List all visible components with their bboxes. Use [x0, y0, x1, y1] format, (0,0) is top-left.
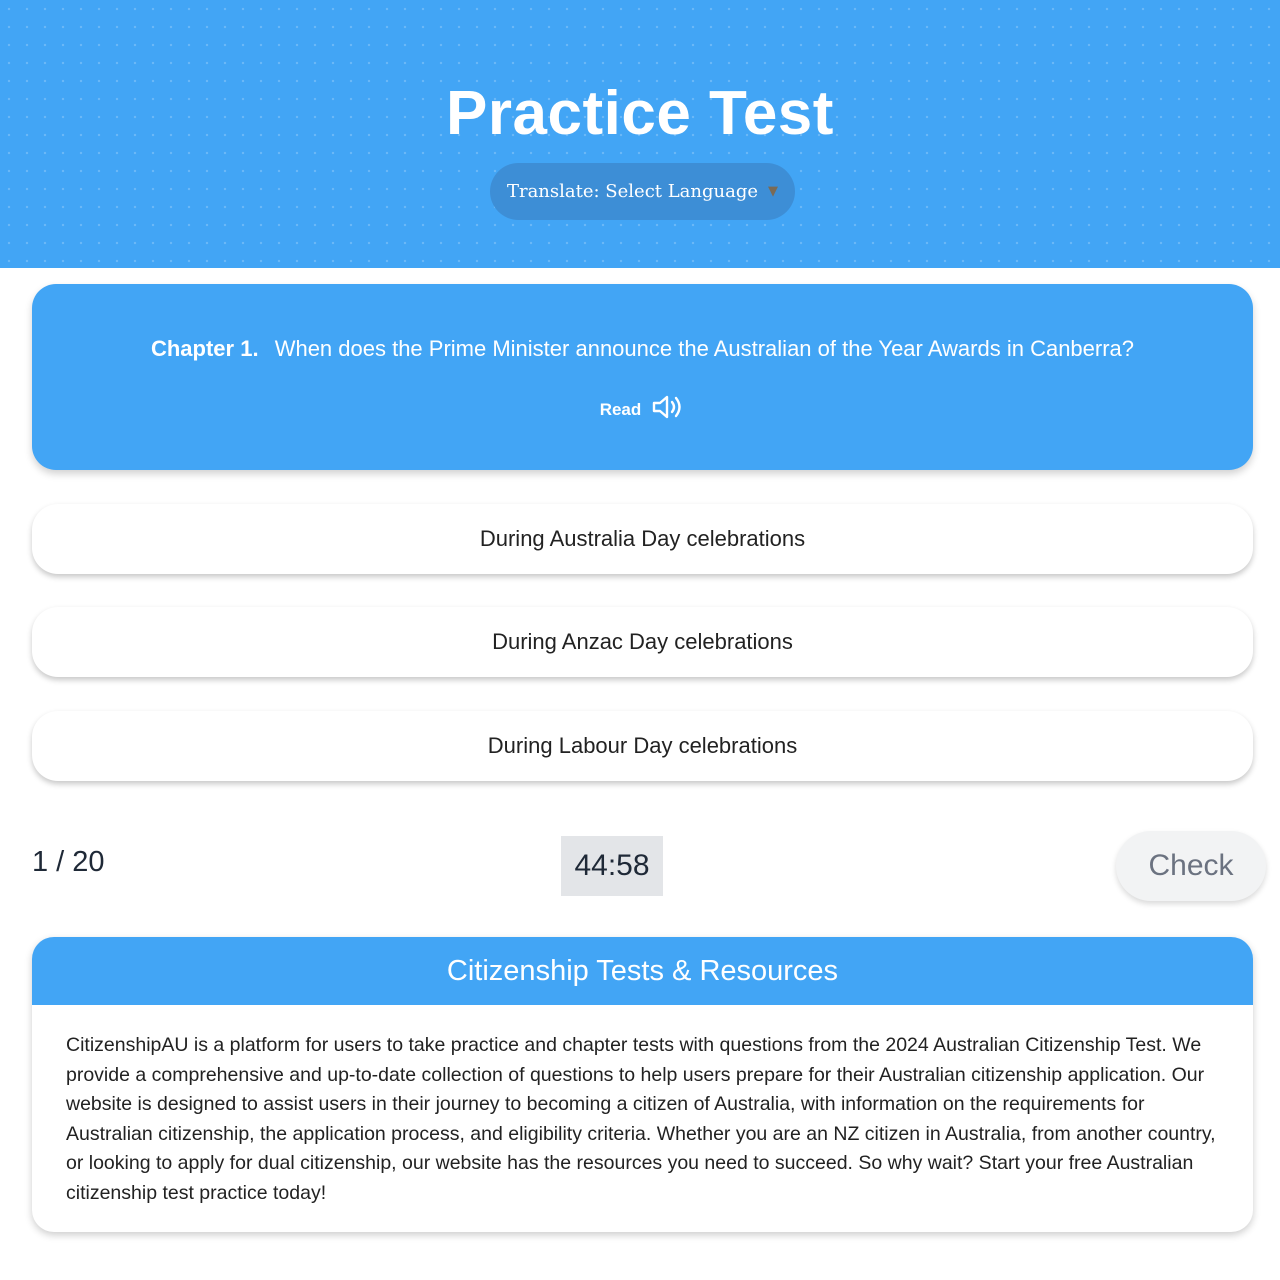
page-title: Practice Test: [446, 79, 834, 148]
question-line: Chapter 1. When does the Prime Minister …: [32, 336, 1253, 362]
read-aloud-button[interactable]: Read: [32, 394, 1253, 425]
question-progress: 1 / 20: [32, 846, 105, 878]
resources-description: CitizenshipAU is a platform for users to…: [66, 1034, 1216, 1204]
read-label: Read: [599, 399, 642, 419]
check-button[interactable]: Check: [1116, 831, 1266, 901]
answer-label: During Labour Day celebrations: [487, 733, 798, 758]
translate-language-select[interactable]: Translate: Select Language ▼: [490, 163, 795, 220]
question-chapter: Chapter 1.: [150, 336, 259, 361]
answer-option-3[interactable]: During Labour Day celebrations: [32, 711, 1253, 781]
question-card: Chapter 1. When does the Prime Minister …: [32, 284, 1253, 470]
caret-down-icon: ▼: [768, 184, 779, 199]
answer-label: During Anzac Day celebrations: [492, 629, 793, 654]
hero-header: Practice Test Translate: Select Language…: [0, 0, 1280, 268]
resources-title: Citizenship Tests & Resources: [32, 937, 1253, 1005]
question-text: When does the Prime Minister announce th…: [274, 336, 1135, 361]
answer-option-1[interactable]: During Australia Day celebrations: [32, 504, 1253, 574]
answer-label: During Australia Day celebrations: [479, 526, 806, 551]
translate-label: Translate: Select Language: [506, 181, 759, 202]
answer-option-2[interactable]: During Anzac Day celebrations: [32, 607, 1253, 677]
countdown-timer: 44:58: [561, 836, 663, 896]
speaker-icon: [651, 394, 685, 425]
resources-card: Citizenship Tests & Resources Citizenshi…: [32, 937, 1253, 1232]
